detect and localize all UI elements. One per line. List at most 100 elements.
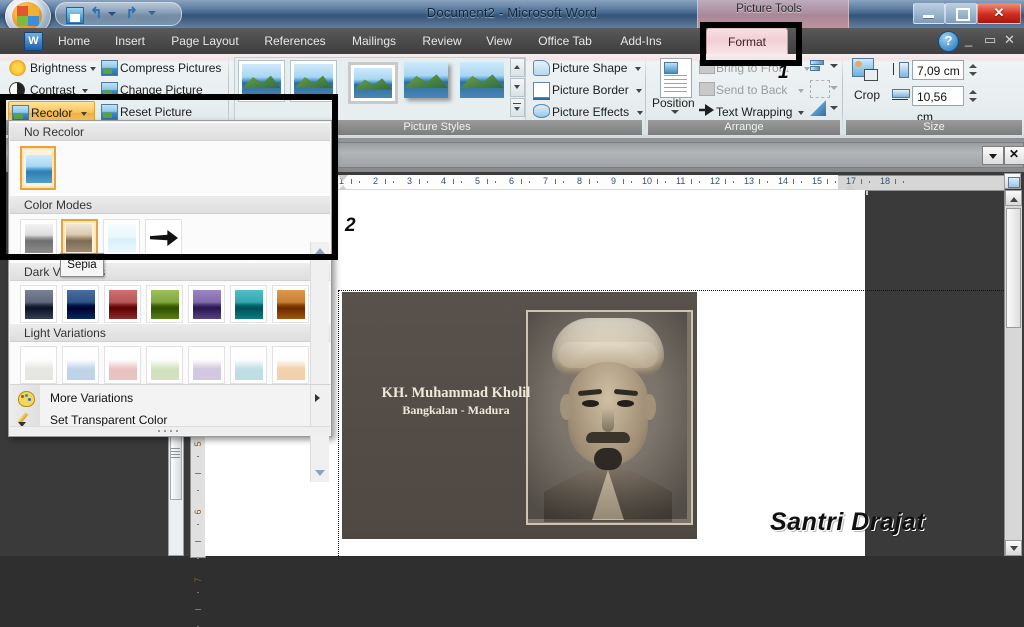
tab-insert[interactable]: Insert [104, 28, 156, 54]
gallery-more-button[interactable] [510, 98, 525, 117]
group-chevron-down-icon[interactable] [830, 86, 838, 90]
swatch-dark-variation-1[interactable] [62, 285, 99, 323]
close-window-button[interactable]: ✕ [1004, 32, 1015, 48]
contrast-chevron-down-icon[interactable] [82, 89, 88, 93]
tab-page-layout[interactable]: Page Layout [162, 28, 248, 54]
picture-style-thumb[interactable] [238, 60, 285, 102]
gallery-scroll-down-button[interactable] [510, 78, 525, 97]
recolor-chevron-down-icon[interactable] [81, 112, 87, 116]
subbar-dropdown-button[interactable] [982, 146, 1004, 165]
subbar-close-button[interactable]: ✕ [1004, 146, 1024, 165]
tab-stop-marker[interactable] [866, 191, 868, 195]
swatch-light-variation-4[interactable] [188, 346, 225, 384]
restore-window-button[interactable]: ▭ [984, 32, 996, 48]
undo-icon[interactable]: ↰ [90, 6, 106, 22]
swatch-thumbnail [235, 290, 263, 319]
help-icon[interactable] [938, 31, 959, 52]
tab-home[interactable]: Home [48, 28, 100, 54]
recolor-dropdown-menu[interactable]: No Recolor Color Modes Dark Variations L… [8, 120, 332, 482]
contrast-icon [9, 82, 25, 98]
align-chevron-down-icon[interactable] [830, 64, 838, 68]
brightness-icon [9, 60, 26, 76]
change-picture-label: Change Picture [120, 83, 203, 97]
tab-format[interactable]: Format [706, 28, 788, 55]
redo-icon[interactable]: ↰ [122, 5, 138, 22]
swatch-light-variation-0[interactable] [20, 346, 57, 384]
align-icon[interactable] [810, 58, 828, 74]
shape-width-stepper[interactable] [966, 86, 978, 106]
tab-mailings[interactable]: Mailings [342, 28, 406, 54]
picture-effects-chevron-down-icon[interactable] [637, 111, 643, 115]
ruler-tick-mark [903, 181, 904, 183]
picture-shape-chevron-down-icon[interactable] [635, 67, 641, 71]
position-label: Position [652, 96, 695, 110]
crop-icon[interactable] [852, 58, 880, 82]
save-icon[interactable] [66, 7, 84, 24]
horizontal-ruler[interactable]: 1 2 3 4 5 6 7 8 9 10 11 12 13 14 15 17 18 [330, 174, 1005, 195]
send-to-back-chevron-down-icon[interactable] [798, 89, 804, 93]
ruler-tick-mark [350, 179, 352, 184]
menu-resize-grip[interactable] [10, 426, 330, 435]
brightness-chevron-down-icon[interactable] [90, 67, 96, 71]
scroll-down-button[interactable] [1005, 540, 1022, 556]
window-minimize-button[interactable] [913, 3, 945, 24]
swatch-light-variation-6[interactable] [272, 346, 309, 384]
swatch-light-variation-5[interactable] [230, 346, 267, 384]
scroll-up-button[interactable] [1005, 190, 1022, 206]
window-close-button[interactable]: ✕ [977, 3, 1021, 24]
ruler-tick-mark [631, 181, 632, 183]
picture-style-thumb[interactable] [348, 62, 398, 104]
gallery-scroll-up-button[interactable] [510, 58, 525, 77]
ruler-tick-label: 15 [812, 176, 823, 186]
tab-view[interactable]: View [478, 28, 520, 54]
picture-name-line2: Bangkalan - Madura [402, 403, 510, 417]
position-chevron-down-icon[interactable] [671, 110, 679, 114]
picture-border-chevron-down-icon[interactable] [636, 89, 642, 93]
vertical-scrollbar[interactable] [1004, 190, 1022, 556]
swatch-light-variation-3[interactable] [146, 346, 183, 384]
split-window-button[interactable] [1004, 173, 1021, 189]
vertical-scrollbar-thumb[interactable] [1006, 208, 1021, 328]
customize-qat-icon[interactable] [148, 11, 156, 15]
tab-references[interactable]: References [256, 28, 334, 54]
rotate-chevron-down-icon[interactable] [830, 106, 838, 110]
shape-height-stepper[interactable] [966, 60, 978, 80]
swatch-black-and-white[interactable] [145, 219, 182, 257]
vertical-ruler-tick-label: 5 [193, 441, 203, 447]
swatch-dark-variation-5[interactable] [230, 285, 267, 323]
swatch-dark-variation-6[interactable] [272, 285, 309, 323]
swatch-grayscale[interactable] [20, 219, 57, 257]
swatch-dark-variation-4[interactable] [188, 285, 225, 323]
swatch-dark-variation-0[interactable] [20, 285, 57, 323]
picture-style-thumb[interactable] [404, 62, 448, 98]
tab-office-tab[interactable]: Office Tab [528, 28, 602, 54]
undo-dropdown-icon[interactable] [108, 12, 116, 16]
menu-item-more-variations[interactable]: More Variations [10, 387, 330, 409]
shape-height-input[interactable]: 7,09 cm [912, 60, 964, 80]
ruler-tick-mark [826, 179, 828, 184]
ruler-tick-mark [384, 179, 386, 184]
window-restore-button[interactable] [945, 3, 977, 24]
menu-scroll-down-icon[interactable] [315, 470, 325, 476]
menu-scrollbar[interactable] [310, 242, 329, 482]
tab-review[interactable]: Review [414, 28, 470, 54]
minimize-ribbon-button[interactable]: _ [965, 32, 972, 48]
swatch-no-recolor[interactable] [20, 146, 56, 190]
swatch-dark-variation-2[interactable] [104, 285, 141, 323]
ruler-tick-mark [767, 181, 768, 183]
picture-style-thumb[interactable] [290, 60, 337, 102]
first-line-indent-marker[interactable] [338, 175, 348, 181]
swatch-thumbnail [151, 290, 179, 319]
tab-add-ins[interactable]: Add-Ins [610, 28, 672, 54]
text-wrapping-chevron-down-icon[interactable] [798, 111, 804, 115]
swatch-thumbnail [151, 351, 179, 380]
swatch-washout[interactable] [103, 219, 140, 257]
shape-width-input[interactable]: 10,56 cm [912, 86, 964, 124]
swatch-sepia[interactable] [61, 219, 98, 257]
swatch-light-variation-2[interactable] [104, 346, 141, 384]
picture-style-thumb[interactable] [460, 62, 504, 98]
menu-scroll-up-icon[interactable] [315, 248, 325, 254]
swatch-light-variation-1[interactable] [62, 346, 99, 384]
group-objects-icon[interactable] [810, 80, 830, 98]
swatch-dark-variation-3[interactable] [146, 285, 183, 323]
